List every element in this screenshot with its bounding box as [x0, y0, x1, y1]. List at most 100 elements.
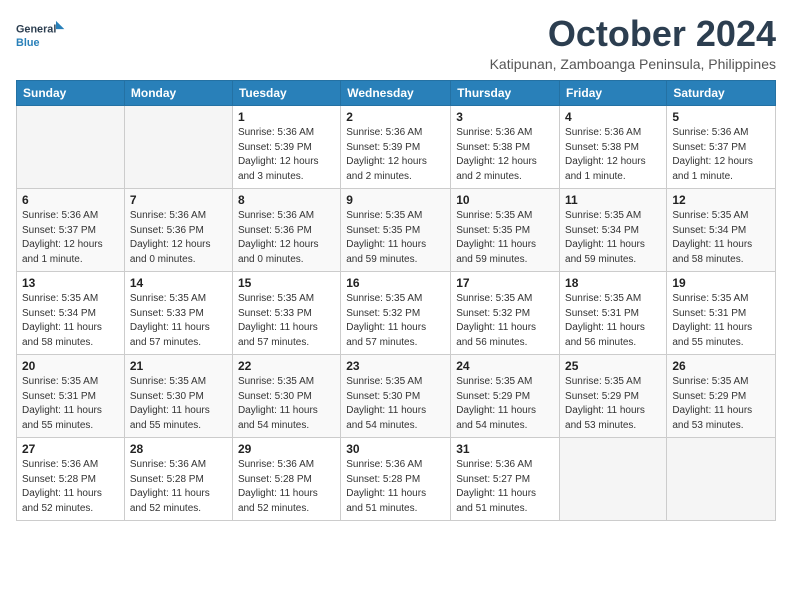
day-number: 23	[346, 359, 445, 373]
svg-text:Blue: Blue	[16, 37, 39, 49]
day-number: 14	[130, 276, 227, 290]
week-row-5: 27 Sunrise: 5:36 AMSunset: 5:28 PMDayligh…	[17, 438, 776, 521]
header-cell-friday: Friday	[560, 81, 667, 106]
day-cell	[17, 106, 125, 189]
day-info: Sunrise: 5:35 AMSunset: 5:30 PMDaylight:…	[130, 375, 227, 433]
day-cell: 17 Sunrise: 5:35 AMSunset: 5:32 PMDayligh…	[451, 272, 560, 355]
day-info: Sunrise: 5:36 AMSunset: 5:27 PMDaylight:…	[456, 458, 554, 516]
day-number: 13	[22, 276, 119, 290]
day-cell: 13 Sunrise: 5:35 AMSunset: 5:34 PMDayligh…	[17, 272, 125, 355]
day-cell: 3 Sunrise: 5:36 AMSunset: 5:38 PMDaylight…	[451, 106, 560, 189]
day-number: 29	[238, 442, 335, 456]
day-info: Sunrise: 5:36 AMSunset: 5:38 PMDaylight:…	[565, 126, 661, 184]
day-number: 22	[238, 359, 335, 373]
day-cell: 4Sunrise: 5:36 AMSunset: 5:38 PMDaylight…	[560, 106, 667, 189]
day-number: 5	[672, 110, 770, 124]
day-cell: 2 Sunrise: 5:36 AMSunset: 5:39 PMDaylight…	[341, 106, 451, 189]
day-cell	[560, 438, 667, 521]
day-number: 17	[456, 276, 554, 290]
week-row-2: 6 Sunrise: 5:36 AMSunset: 5:37 PMDaylight…	[17, 189, 776, 272]
day-number: 1	[238, 110, 335, 124]
day-cell: 21 Sunrise: 5:35 AMSunset: 5:30 PMDayligh…	[124, 355, 232, 438]
day-cell	[124, 106, 232, 189]
day-cell: 14 Sunrise: 5:35 AMSunset: 5:33 PMDayligh…	[124, 272, 232, 355]
day-cell: 23 Sunrise: 5:35 AMSunset: 5:30 PMDayligh…	[341, 355, 451, 438]
day-info: Sunrise: 5:36 AMSunset: 5:38 PMDaylight:…	[456, 126, 554, 184]
day-info: Sunrise: 5:35 AMSunset: 5:33 PMDaylight:…	[238, 292, 335, 350]
day-number: 27	[22, 442, 119, 456]
day-number: 15	[238, 276, 335, 290]
day-number: 20	[22, 359, 119, 373]
day-number: 12	[672, 193, 770, 207]
week-row-3: 13 Sunrise: 5:35 AMSunset: 5:34 PMDayligh…	[17, 272, 776, 355]
day-cell: 1 Sunrise: 5:36 AMSunset: 5:39 PMDaylight…	[232, 106, 340, 189]
day-cell: 26 Sunrise: 5:35 AMSunset: 5:29 PMDayligh…	[667, 355, 776, 438]
day-info: Sunrise: 5:35 AMSunset: 5:32 PMDaylight:…	[346, 292, 445, 350]
day-number: 31	[456, 442, 554, 456]
day-cell	[667, 438, 776, 521]
day-info: Sunrise: 5:36 AMSunset: 5:39 PMDaylight:…	[346, 126, 445, 184]
day-cell: 5 Sunrise: 5:36 AMSunset: 5:37 PMDaylight…	[667, 106, 776, 189]
day-info: Sunrise: 5:36 AMSunset: 5:28 PMDaylight:…	[346, 458, 445, 516]
day-info: Sunrise: 5:35 AMSunset: 5:33 PMDaylight:…	[130, 292, 227, 350]
logo: General Blue	[16, 16, 66, 54]
day-info: Sunrise: 5:36 AMSunset: 5:28 PMDaylight:…	[130, 458, 227, 516]
day-cell: 28 Sunrise: 5:36 AMSunset: 5:28 PMDayligh…	[124, 438, 232, 521]
month-title: October 2024	[490, 16, 776, 52]
day-number: 19	[672, 276, 770, 290]
day-number: 11	[565, 193, 661, 207]
day-number: 10	[456, 193, 554, 207]
day-number: 24	[456, 359, 554, 373]
day-cell: 8 Sunrise: 5:36 AMSunset: 5:36 PMDaylight…	[232, 189, 340, 272]
day-number: 30	[346, 442, 445, 456]
day-info: Sunrise: 5:35 AMSunset: 5:34 PMDaylight:…	[672, 209, 770, 267]
header-cell-sunday: Sunday	[17, 81, 125, 106]
day-info: Sunrise: 5:35 AMSunset: 5:35 PMDaylight:…	[456, 209, 554, 267]
day-info: Sunrise: 5:36 AMSunset: 5:28 PMDaylight:…	[22, 458, 119, 516]
day-number: 26	[672, 359, 770, 373]
day-cell: 22Sunrise: 5:35 AMSunset: 5:30 PMDayligh…	[232, 355, 340, 438]
day-info: Sunrise: 5:35 AMSunset: 5:30 PMDaylight:…	[346, 375, 445, 433]
day-number: 28	[130, 442, 227, 456]
day-number: 2	[346, 110, 445, 124]
day-number: 7	[130, 193, 227, 207]
day-cell: 15 Sunrise: 5:35 AMSunset: 5:33 PMDayligh…	[232, 272, 340, 355]
day-cell: 10 Sunrise: 5:35 AMSunset: 5:35 PMDayligh…	[451, 189, 560, 272]
day-cell: 27 Sunrise: 5:36 AMSunset: 5:28 PMDayligh…	[17, 438, 125, 521]
day-number: 21	[130, 359, 227, 373]
day-number: 8	[238, 193, 335, 207]
day-number: 6	[22, 193, 119, 207]
day-cell: 25Sunrise: 5:35 AMSunset: 5:29 PMDayligh…	[560, 355, 667, 438]
day-number: 16	[346, 276, 445, 290]
day-info: Sunrise: 5:35 AMSunset: 5:29 PMDaylight:…	[672, 375, 770, 433]
day-cell: 20Sunrise: 5:35 AMSunset: 5:31 PMDayligh…	[17, 355, 125, 438]
day-info: Sunrise: 5:36 AMSunset: 5:37 PMDaylight:…	[672, 126, 770, 184]
day-cell: 29 Sunrise: 5:36 AMSunset: 5:28 PMDayligh…	[232, 438, 340, 521]
day-info: Sunrise: 5:35 AMSunset: 5:35 PMDaylight:…	[346, 209, 445, 267]
day-info: Sunrise: 5:35 AMSunset: 5:34 PMDaylight:…	[565, 209, 661, 267]
day-cell: 16 Sunrise: 5:35 AMSunset: 5:32 PMDayligh…	[341, 272, 451, 355]
day-info: Sunrise: 5:35 AMSunset: 5:34 PMDaylight:…	[22, 292, 119, 350]
day-number: 3	[456, 110, 554, 124]
day-cell: 12 Sunrise: 5:35 AMSunset: 5:34 PMDayligh…	[667, 189, 776, 272]
header-cell-tuesday: Tuesday	[232, 81, 340, 106]
day-info: Sunrise: 5:35 AMSunset: 5:29 PMDaylight:…	[565, 375, 661, 433]
header-cell-monday: Monday	[124, 81, 232, 106]
day-info: Sunrise: 5:35 AMSunset: 5:31 PMDaylight:…	[565, 292, 661, 350]
day-info: Sunrise: 5:36 AMSunset: 5:39 PMDaylight:…	[238, 126, 335, 184]
day-cell: 24 Sunrise: 5:35 AMSunset: 5:29 PMDayligh…	[451, 355, 560, 438]
day-cell: 30 Sunrise: 5:36 AMSunset: 5:28 PMDayligh…	[341, 438, 451, 521]
header-row: SundayMondayTuesdayWednesdayThursdayFrid…	[17, 81, 776, 106]
title-block: October 2024 Katipunan, Zamboanga Penins…	[490, 16, 776, 72]
day-info: Sunrise: 5:36 AMSunset: 5:36 PMDaylight:…	[238, 209, 335, 267]
day-cell: 9Sunrise: 5:35 AMSunset: 5:35 PMDaylight…	[341, 189, 451, 272]
day-info: Sunrise: 5:35 AMSunset: 5:32 PMDaylight:…	[456, 292, 554, 350]
logo-svg: General Blue	[16, 16, 66, 54]
location: Katipunan, Zamboanga Peninsula, Philippi…	[490, 56, 776, 72]
day-cell: 6 Sunrise: 5:36 AMSunset: 5:37 PMDaylight…	[17, 189, 125, 272]
header-cell-wednesday: Wednesday	[341, 81, 451, 106]
day-info: Sunrise: 5:36 AMSunset: 5:37 PMDaylight:…	[22, 209, 119, 267]
week-row-1: 1 Sunrise: 5:36 AMSunset: 5:39 PMDaylight…	[17, 106, 776, 189]
day-info: Sunrise: 5:36 AMSunset: 5:28 PMDaylight:…	[238, 458, 335, 516]
day-info: Sunrise: 5:35 AMSunset: 5:29 PMDaylight:…	[456, 375, 554, 433]
